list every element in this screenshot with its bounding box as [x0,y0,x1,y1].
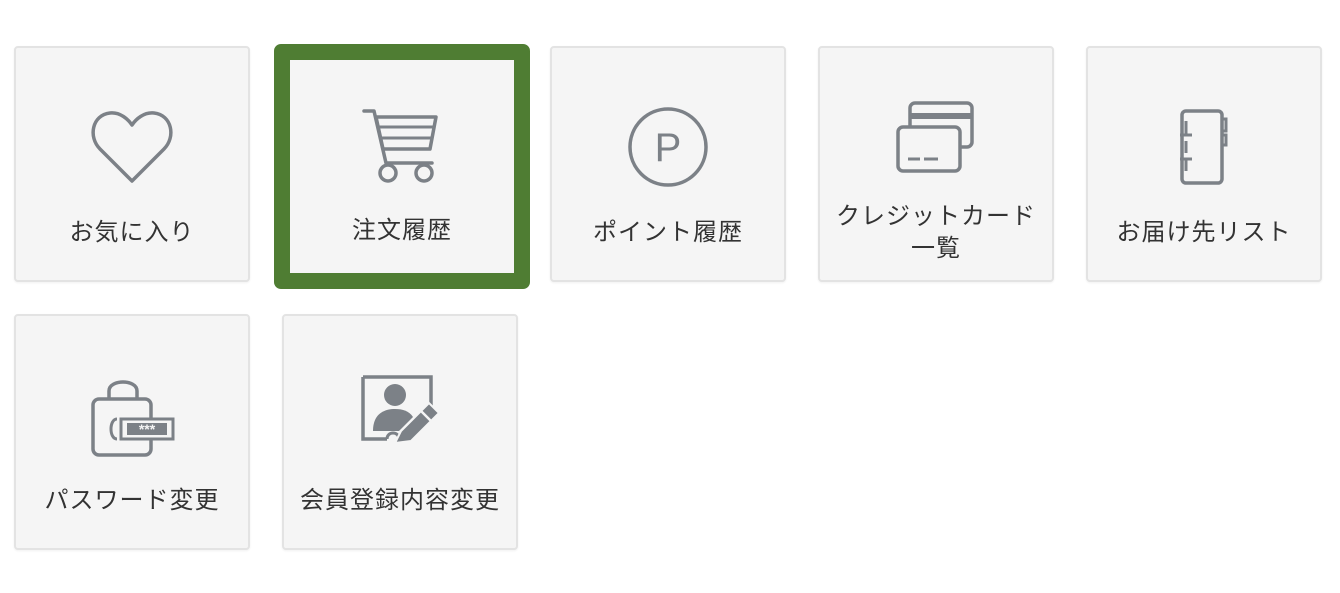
cart-icon [290,100,514,190]
menu-tile-label: ポイント履歴 [593,218,743,246]
menu-tile-label: 会員登録内容変更 [300,486,500,514]
svg-text:***: *** [139,421,156,437]
menu-tile-edit-member-info[interactable]: 会員登録内容変更 [282,314,518,550]
menu-tile-label: パスワード変更 [44,486,220,514]
svg-text:P: P [655,126,682,170]
menu-tile-label: お届け先リスト [1116,218,1292,246]
heart-icon [16,102,248,192]
account-menu-grid: お気に入り 注文履歴 P ポイント履歴 クレジットカード一覧 お届け先リスト *… [0,0,1340,593]
menu-tile-credit-cards[interactable]: クレジットカード一覧 [818,46,1054,282]
menu-tile-address-list[interactable]: お届け先リスト [1086,46,1322,282]
menu-tile-point-history[interactable]: P ポイント履歴 [550,46,786,282]
menu-tile-label: 注文履歴 [352,216,452,244]
menu-tile-change-password[interactable]: *** パスワード変更 [14,314,250,550]
profile-edit-icon [284,370,516,460]
password-lock-icon: *** [16,370,248,460]
menu-tile-label: クレジットカード一覧 [836,202,1036,262]
credit-card-icon [820,92,1052,182]
menu-tile-favorites[interactable]: お気に入り [14,46,250,282]
point-icon: P [552,102,784,192]
menu-tile-label: お気に入り [69,218,195,246]
address-book-icon [1088,102,1320,192]
menu-tile-order-history[interactable]: 注文履歴 [274,44,530,289]
